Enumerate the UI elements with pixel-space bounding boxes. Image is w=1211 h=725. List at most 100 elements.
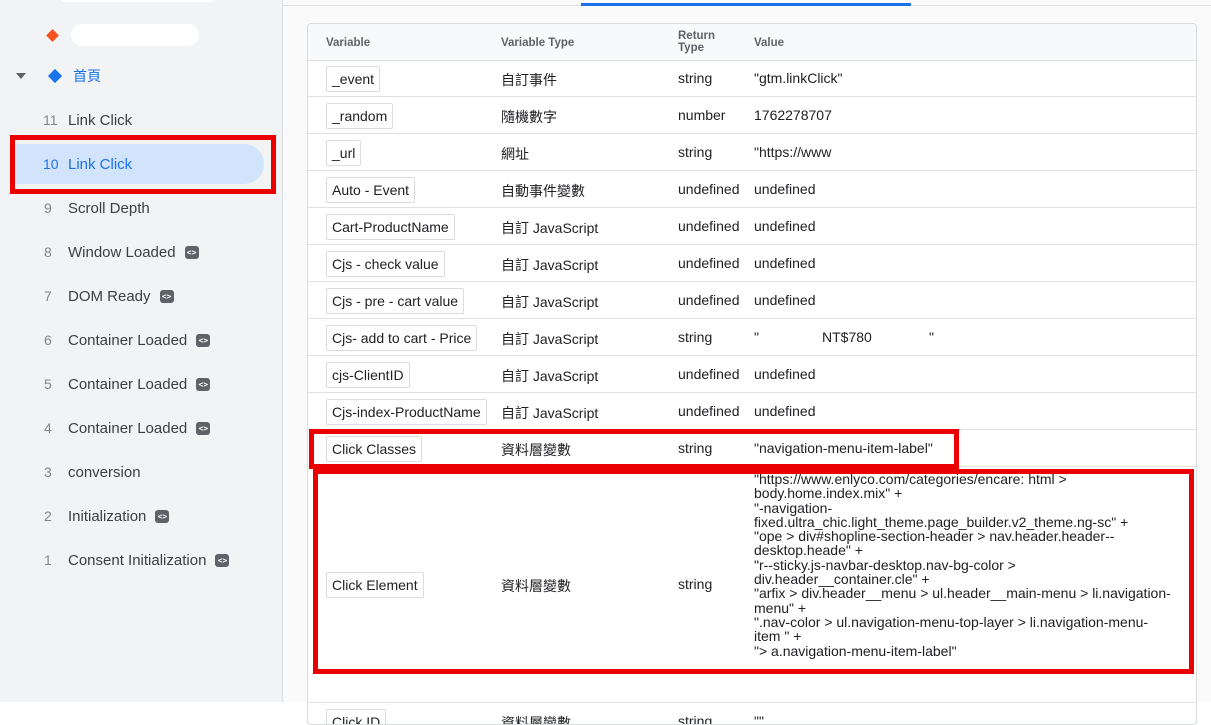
table-row[interactable]: _random 隨機數字 number 1762278707 bbox=[308, 97, 1196, 134]
header-return-type: Return Type bbox=[678, 30, 715, 54]
variable-name-chip[interactable]: Cjs - check value bbox=[326, 251, 445, 277]
code-icon: <> bbox=[196, 421, 211, 435]
table-row[interactable]: Click ID 資料層變數 string "" bbox=[308, 703, 1196, 725]
table-row[interactable]: _event 自訂事件 string "gtm.linkClick" bbox=[308, 60, 1196, 97]
container-item[interactable] bbox=[46, 24, 199, 46]
variable-name-chip[interactable]: Click Classes bbox=[326, 436, 423, 462]
return-type: undefined bbox=[678, 292, 740, 308]
variable-name-chip[interactable]: cjs-ClientID bbox=[326, 362, 410, 388]
event-item-6[interactable]: 6 Container Loaded <> bbox=[0, 318, 282, 362]
event-item-2[interactable]: 2 Initialization <> bbox=[0, 494, 282, 538]
event-item-11[interactable]: 11 Link Click bbox=[0, 98, 282, 142]
event-label: Window Loaded bbox=[68, 243, 176, 261]
table-row[interactable]: Click Classes 資料層變數 string "navigation-menu… bbox=[308, 430, 1196, 467]
return-type: string bbox=[678, 144, 713, 160]
event-number: 6 bbox=[44, 332, 52, 348]
summary-home-row[interactable]: 首頁 bbox=[14, 66, 101, 86]
variable-name-chip[interactable]: Cjs-index-ProductName bbox=[326, 399, 487, 425]
container-diamond-icon bbox=[46, 28, 59, 42]
value-line: item " + bbox=[754, 628, 802, 645]
redacted-container-name bbox=[71, 24, 199, 46]
variable-name-chip[interactable]: Click Element bbox=[326, 572, 424, 598]
value-line: "-navigation- bbox=[754, 499, 833, 516]
variable-type: 自動事件變數 bbox=[501, 183, 585, 199]
variable-type: 自訂事件 bbox=[501, 72, 557, 88]
variable-name-chip[interactable]: Cjs - pre - cart value bbox=[326, 288, 465, 314]
event-item-8[interactable]: 8 Window Loaded <> bbox=[0, 230, 282, 274]
variable-name-chip[interactable]: Cjs- add to cart - Price bbox=[326, 325, 478, 351]
return-type: undefined bbox=[678, 218, 740, 234]
event-number: 2 bbox=[44, 508, 52, 524]
table-row[interactable]: _url 網址 string "https://www bbox=[308, 134, 1196, 171]
table-row[interactable]: Click Element 資料層變數 string "https://www.enl… bbox=[308, 467, 1196, 703]
table-row[interactable]: Cart-ProductName 自訂 JavaScript undefined un… bbox=[308, 208, 1196, 245]
event-number: 1 bbox=[44, 552, 52, 568]
table-row[interactable]: Cjs - pre - cart value 自訂 JavaScript undef… bbox=[308, 282, 1196, 319]
event-item-7[interactable]: 7 DOM Ready <> bbox=[0, 274, 282, 318]
event-item-10[interactable]: 10 Link Click bbox=[0, 142, 282, 186]
event-label: Link Click bbox=[68, 111, 133, 129]
variable-value: 1762278707 bbox=[754, 107, 832, 123]
variable-type: 資料層變數 bbox=[501, 715, 571, 725]
variable-value: undefined bbox=[754, 403, 816, 419]
return-type: undefined bbox=[678, 255, 740, 271]
event-item-1[interactable]: 1 Consent Initialization <> bbox=[0, 538, 282, 582]
return-type: string bbox=[678, 713, 713, 725]
variable-name-chip[interactable]: _event bbox=[326, 66, 381, 92]
event-number: 4 bbox=[44, 420, 52, 436]
value-line: menu" + bbox=[754, 599, 807, 616]
return-type: undefined bbox=[678, 181, 740, 197]
value-line: fixed.ultra_chic.light_theme.page_builde… bbox=[754, 513, 1129, 530]
table-row[interactable]: cjs-ClientID 自訂 JavaScript undefined undefi… bbox=[308, 356, 1196, 393]
active-tab-indicator bbox=[581, 3, 911, 6]
table-row[interactable]: Cjs- add to cart - Price 自訂 JavaScript str… bbox=[308, 319, 1196, 356]
variable-type: 自訂 JavaScript bbox=[501, 257, 599, 273]
variable-value-part: " bbox=[754, 329, 759, 345]
event-label: DOM Ready bbox=[68, 287, 151, 305]
return-type: string bbox=[678, 440, 713, 456]
event-item-4[interactable]: 4 Container Loaded <> bbox=[0, 406, 282, 450]
variables-table: Variable Variable Type Return Type Value… bbox=[307, 23, 1197, 725]
variable-name-chip[interactable]: Click ID bbox=[326, 709, 387, 724]
return-type: string bbox=[678, 576, 713, 592]
event-label: Container Loaded bbox=[68, 375, 188, 393]
value-line: "arfix > div.header__menu > ul.header__m… bbox=[754, 585, 1171, 602]
variable-name-chip[interactable]: _random bbox=[326, 103, 394, 129]
table-row[interactable]: Auto - Event 自動事件變數 undefined undefined bbox=[308, 171, 1196, 208]
event-number: 9 bbox=[44, 200, 52, 216]
variable-name-chip[interactable]: Auto - Event bbox=[326, 177, 416, 203]
event-number: 11 bbox=[43, 112, 58, 128]
event-item-5[interactable]: 5 Container Loaded <> bbox=[0, 362, 282, 406]
value-line: div.header__container.cle" + bbox=[754, 571, 930, 588]
event-label: Container Loaded bbox=[68, 331, 188, 349]
caret-down-icon[interactable] bbox=[16, 73, 26, 79]
event-label: Initialization bbox=[68, 507, 147, 525]
event-item-3[interactable]: 3 conversion bbox=[0, 450, 282, 494]
variable-value-part: " bbox=[929, 329, 934, 345]
event-item-9[interactable]: 9 Scroll Depth bbox=[0, 186, 282, 230]
variable-type: 自訂 JavaScript bbox=[501, 331, 599, 347]
code-icon: <> bbox=[215, 553, 230, 567]
table-row[interactable]: Cjs-index-ProductName 自訂 JavaScript undefi… bbox=[308, 393, 1196, 430]
variable-type: 隨機數字 bbox=[501, 109, 557, 125]
variable-type: 自訂 JavaScript bbox=[501, 294, 599, 310]
event-number: 5 bbox=[44, 376, 52, 392]
event-label: Link Click bbox=[68, 155, 133, 173]
page-diamond-icon bbox=[47, 68, 63, 84]
variable-type: 網址 bbox=[501, 146, 529, 162]
event-number: 8 bbox=[44, 244, 52, 260]
variable-name-chip[interactable]: _url bbox=[326, 140, 362, 166]
header-variable-type: Variable Type bbox=[501, 37, 575, 49]
event-number: 10 bbox=[43, 156, 59, 172]
value-line: desktop.heade" + bbox=[754, 542, 863, 559]
table-row[interactable]: Cjs - check value 自訂 JavaScript undefined u… bbox=[308, 245, 1196, 282]
value-line: body.home.index.mix" + bbox=[754, 485, 903, 502]
event-label: Container Loaded bbox=[68, 419, 188, 437]
code-icon: <> bbox=[196, 377, 211, 391]
main-panel: Variable Variable Type Return Type Value… bbox=[283, 0, 1211, 725]
value-line: "r--sticky.js-navbar-desktop.nav-bg-colo… bbox=[754, 556, 1016, 573]
value-line: "https://www.enlyco.com/categories/encar… bbox=[754, 471, 1067, 487]
variable-name-chip[interactable]: Cart-ProductName bbox=[326, 214, 455, 240]
return-type: undefined bbox=[678, 403, 740, 419]
value-line: "> a.navigation-menu-item-label" bbox=[754, 642, 957, 659]
